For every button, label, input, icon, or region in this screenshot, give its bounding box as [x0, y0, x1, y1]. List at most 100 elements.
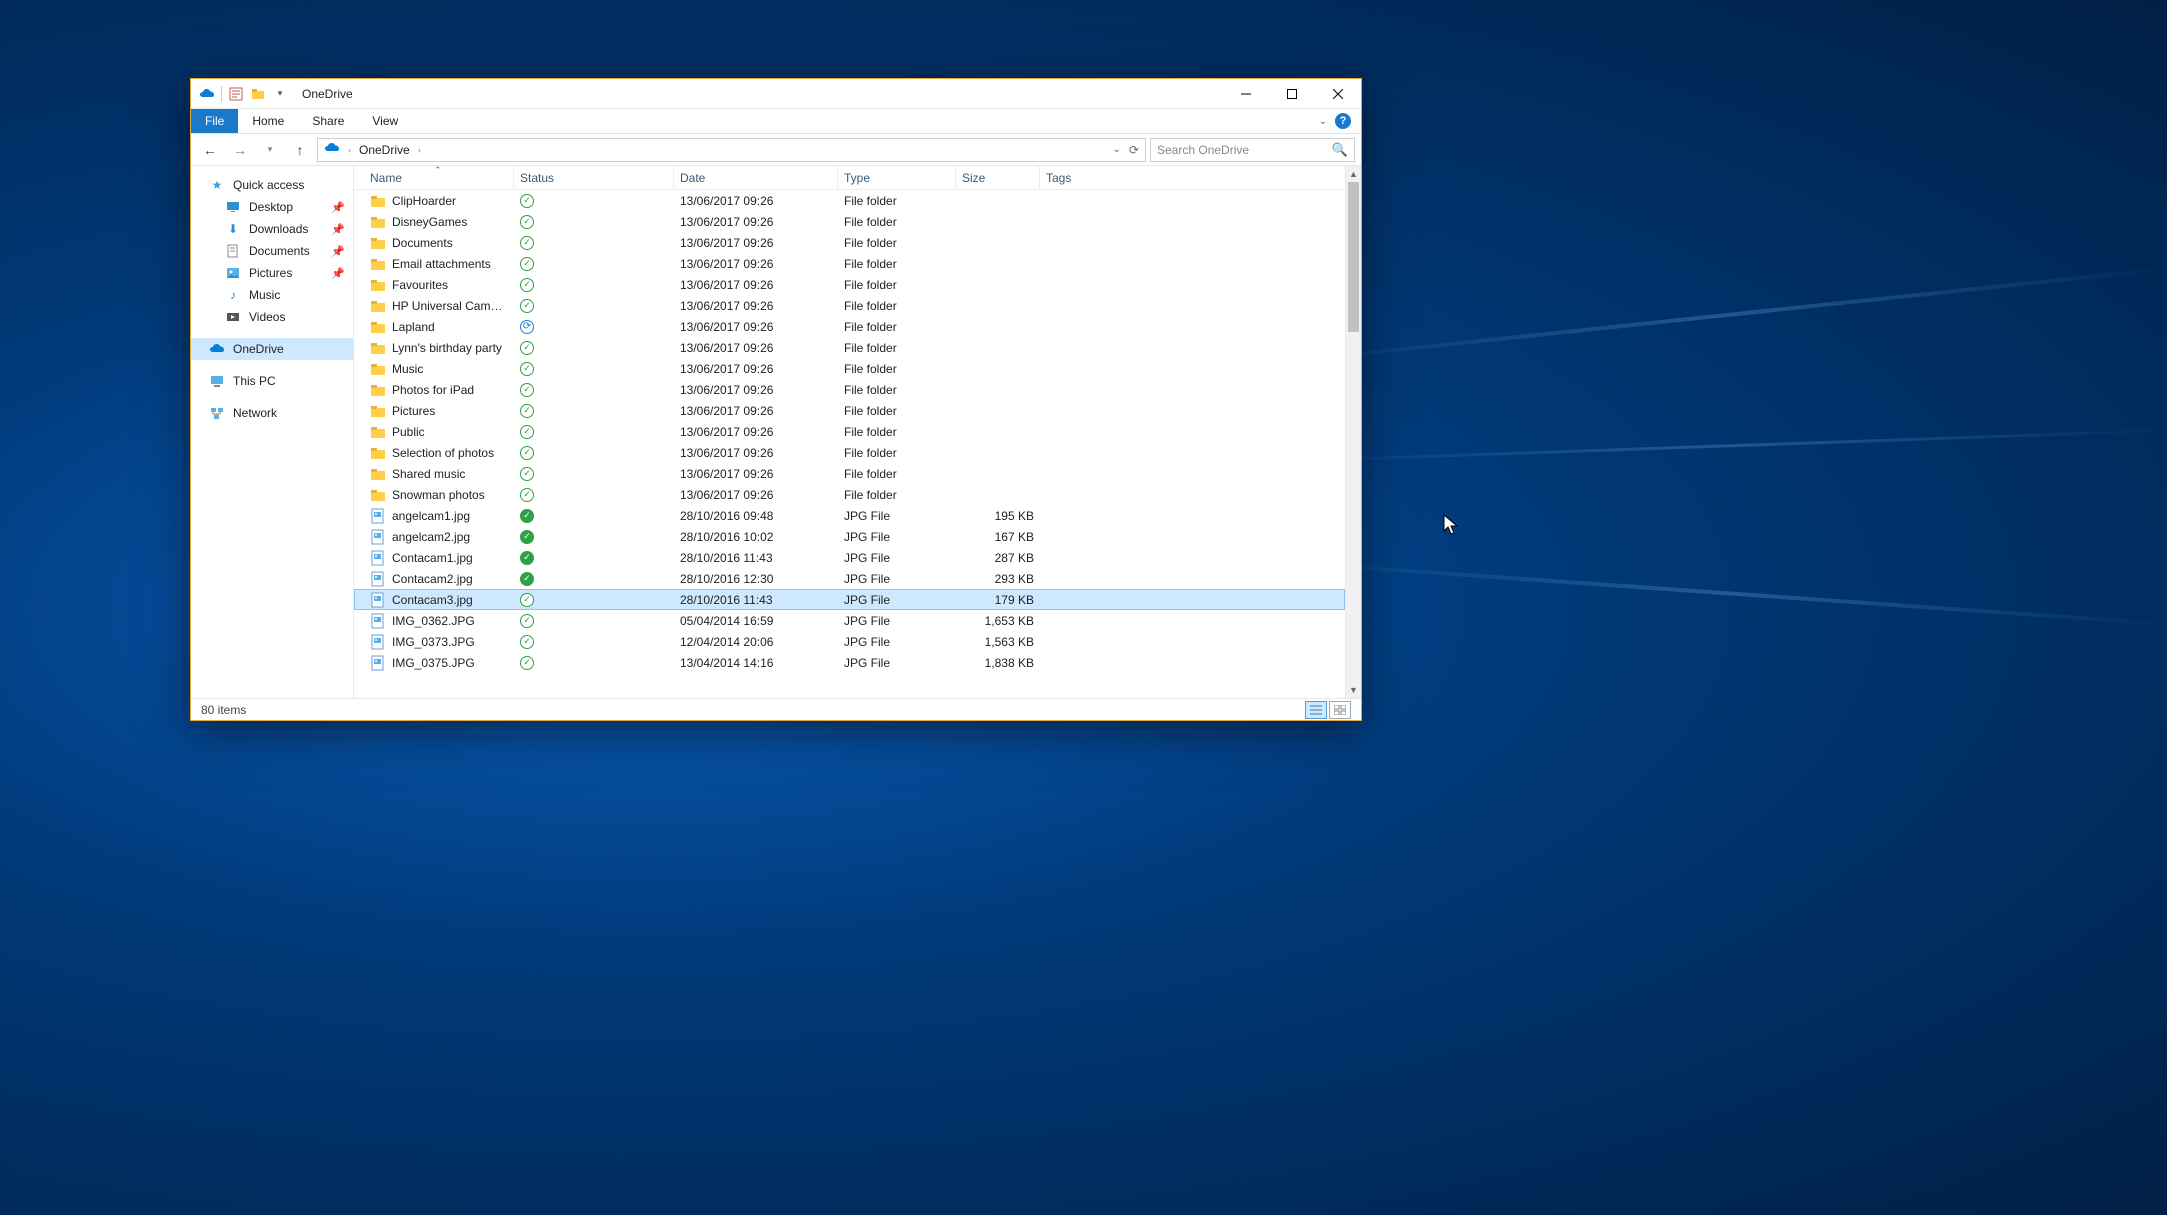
column-tags[interactable]: Tags: [1040, 166, 1120, 189]
file-row[interactable]: Public✓13/06/2017 09:26File folder: [354, 421, 1345, 442]
path-separator-icon[interactable]: ›: [348, 145, 351, 155]
scroll-track[interactable]: [1346, 182, 1361, 682]
file-row[interactable]: ClipHoarder✓13/06/2017 09:26File folder: [354, 190, 1345, 211]
downloads-icon: ⬇: [225, 221, 241, 237]
sidebar-item-this-pc[interactable]: This PC: [191, 370, 353, 392]
back-button[interactable]: ←: [197, 138, 223, 162]
path-box[interactable]: › OneDrive › ⌄ ⟳: [317, 138, 1146, 162]
ribbon-expand-icon[interactable]: ⌄: [1319, 116, 1327, 127]
file-row[interactable]: Music✓13/06/2017 09:26File folder: [354, 358, 1345, 379]
sidebar-item-desktop[interactable]: Desktop 📌: [191, 196, 353, 218]
vertical-scrollbar[interactable]: ▲ ▼: [1345, 166, 1361, 698]
file-type: File folder: [838, 404, 956, 418]
column-size[interactable]: Size: [956, 166, 1040, 189]
properties-icon[interactable]: [228, 86, 244, 102]
file-name: angelcam1.jpg: [392, 509, 470, 523]
file-row[interactable]: Email attachments✓13/06/2017 09:26File f…: [354, 253, 1345, 274]
details-view-button[interactable]: [1305, 701, 1327, 719]
sidebar-item-documents[interactable]: Documents 📌: [191, 240, 353, 262]
file-date: 13/06/2017 09:26: [674, 383, 838, 397]
file-date: 28/10/2016 12:30: [674, 572, 838, 586]
file-row[interactable]: angelcam2.jpg✓28/10/2016 10:02JPG File16…: [354, 526, 1345, 547]
pictures-icon: [225, 265, 241, 281]
file-name: Photos for iPad: [392, 383, 474, 397]
file-row[interactable]: IMG_0375.JPG✓13/04/2014 14:16JPG File1,8…: [354, 652, 1345, 673]
file-type: JPG File: [838, 656, 956, 670]
file-name: ClipHoarder: [392, 194, 456, 208]
videos-icon: [225, 309, 241, 325]
file-status: ✓: [514, 509, 674, 523]
column-status[interactable]: Status: [514, 166, 674, 189]
file-row[interactable]: Pictures✓13/06/2017 09:26File folder: [354, 400, 1345, 421]
scroll-up-icon[interactable]: ▲: [1346, 166, 1361, 182]
folder-qat-icon[interactable]: [250, 86, 266, 102]
qat-dropdown-icon[interactable]: ▾: [272, 86, 288, 102]
column-type[interactable]: Type: [838, 166, 956, 189]
close-button[interactable]: [1315, 79, 1361, 109]
thumbnails-view-button[interactable]: [1329, 701, 1351, 719]
file-status: ✓: [514, 635, 674, 649]
file-date: 13/06/2017 09:26: [674, 299, 838, 313]
file-row[interactable]: IMG_0362.JPG✓05/04/2014 16:59JPG File1,6…: [354, 610, 1345, 631]
star-icon: ★: [209, 177, 225, 193]
file-name: Documents: [392, 236, 453, 250]
file-name: HP Universal Camer...: [392, 299, 508, 313]
sidebar-item-downloads[interactable]: ⬇ Downloads 📌: [191, 218, 353, 240]
file-status: ✓: [514, 446, 674, 460]
sort-indicator-icon: ⌃: [434, 166, 442, 176]
sidebar-item-music[interactable]: ♪ Music: [191, 284, 353, 306]
scroll-thumb[interactable]: [1348, 182, 1359, 332]
refresh-icon[interactable]: ⟳: [1129, 143, 1139, 157]
path-dropdown-icon[interactable]: ⌄: [1113, 144, 1121, 155]
file-size: 1,563 KB: [956, 635, 1040, 649]
up-button[interactable]: ↑: [287, 138, 313, 162]
search-input[interactable]: [1157, 143, 1332, 157]
tab-file[interactable]: File: [191, 109, 238, 133]
sidebar-item-quick-access[interactable]: ★ Quick access: [191, 174, 353, 196]
file-row[interactable]: Contacam1.jpg✓28/10/2016 11:43JPG File28…: [354, 547, 1345, 568]
tab-home[interactable]: Home: [238, 109, 298, 133]
tab-share[interactable]: Share: [298, 109, 358, 133]
file-row[interactable]: HP Universal Camer...✓13/06/2017 09:26Fi…: [354, 295, 1345, 316]
pc-icon: [209, 373, 225, 389]
file-size: 179 KB: [956, 593, 1040, 607]
path-segment[interactable]: OneDrive: [359, 143, 410, 157]
sidebar-item-onedrive[interactable]: OneDrive: [191, 338, 353, 360]
file-row[interactable]: IMG_0373.JPG✓12/04/2014 20:06JPG File1,5…: [354, 631, 1345, 652]
sidebar-item-videos[interactable]: Videos: [191, 306, 353, 328]
scroll-down-icon[interactable]: ▼: [1346, 682, 1361, 698]
file-row[interactable]: Contacam3.jpg✓28/10/2016 11:43JPG File17…: [354, 589, 1345, 610]
file-date: 13/06/2017 09:26: [674, 425, 838, 439]
search-box[interactable]: 🔍: [1150, 138, 1355, 162]
file-name: Contacam3.jpg: [392, 593, 473, 607]
sidebar-item-pictures[interactable]: Pictures 📌: [191, 262, 353, 284]
file-row[interactable]: DisneyGames✓13/06/2017 09:26File folder: [354, 211, 1345, 232]
forward-button[interactable]: →: [227, 138, 253, 162]
column-date[interactable]: Date: [674, 166, 838, 189]
maximize-button[interactable]: [1269, 79, 1315, 109]
file-name: Music: [392, 362, 423, 376]
address-bar: ← → ▾ ↑ › OneDrive › ⌄ ⟳ 🔍: [191, 134, 1361, 166]
search-icon[interactable]: 🔍: [1332, 142, 1348, 158]
file-row[interactable]: Favourites✓13/06/2017 09:26File folder: [354, 274, 1345, 295]
file-row[interactable]: angelcam1.jpg✓28/10/2016 09:48JPG File19…: [354, 505, 1345, 526]
sidebar-item-network[interactable]: Network: [191, 402, 353, 424]
status-bar: 80 items: [191, 698, 1361, 720]
file-row[interactable]: Documents✓13/06/2017 09:26File folder: [354, 232, 1345, 253]
file-row[interactable]: Lynn's birthday party✓13/06/2017 09:26Fi…: [354, 337, 1345, 358]
help-icon[interactable]: ?: [1335, 113, 1351, 129]
recent-dropdown[interactable]: ▾: [257, 138, 283, 162]
file-row[interactable]: Snowman photos✓13/06/2017 09:26File fold…: [354, 484, 1345, 505]
file-row[interactable]: Photos for iPad✓13/06/2017 09:26File fol…: [354, 379, 1345, 400]
file-row[interactable]: Selection of photos✓13/06/2017 09:26File…: [354, 442, 1345, 463]
file-row[interactable]: Shared music✓13/06/2017 09:26File folder: [354, 463, 1345, 484]
minimize-button[interactable]: [1223, 79, 1269, 109]
file-row[interactable]: Contacam2.jpg✓28/10/2016 12:30JPG File29…: [354, 568, 1345, 589]
file-status: ✓: [514, 593, 674, 607]
tab-view[interactable]: View: [358, 109, 412, 133]
file-row[interactable]: Lapland⟳13/06/2017 09:26File folder: [354, 316, 1345, 337]
path-separator-icon[interactable]: ›: [418, 145, 421, 155]
file-name: Lapland: [392, 320, 435, 334]
file-status: ✓: [514, 572, 674, 586]
file-date: 13/06/2017 09:26: [674, 362, 838, 376]
